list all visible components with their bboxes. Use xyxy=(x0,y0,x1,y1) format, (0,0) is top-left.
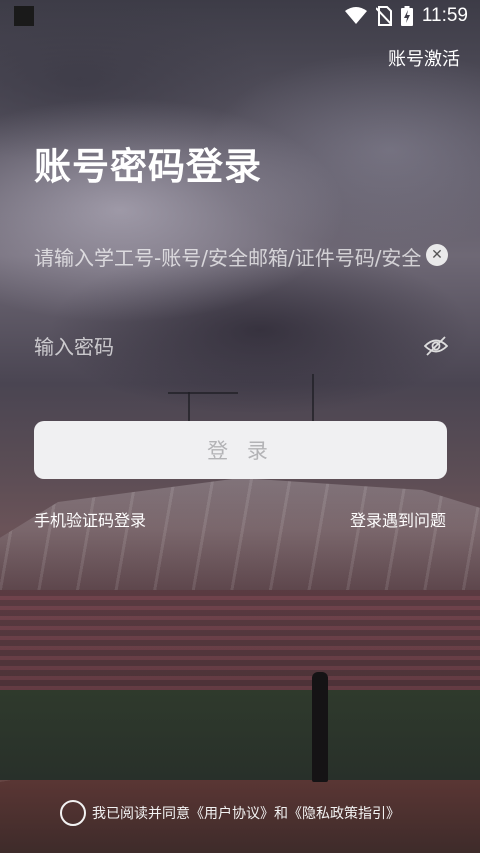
page-title: 账号密码登录 xyxy=(34,145,262,188)
login-button[interactable]: 登 录 xyxy=(34,421,447,479)
privacy-policy-link[interactable]: 《隐私政策指引》 xyxy=(288,806,400,822)
status-bar: 11:59 xyxy=(0,0,480,32)
agreement-row: 我已阅读并同意《用户协议》和《隐私政策指引》 xyxy=(60,800,400,826)
no-sim-icon xyxy=(375,6,392,26)
agreement-prefix: 我已阅读并同意 xyxy=(92,806,190,822)
agree-radio[interactable] xyxy=(60,800,86,826)
crane-silhouette xyxy=(168,392,238,422)
status-time: 11:59 xyxy=(421,5,468,26)
wifi-icon xyxy=(344,7,367,24)
status-icons: 11:59 xyxy=(344,5,468,27)
agreement-text: 我已阅读并同意《用户协议》和《隐私政策指引》 xyxy=(92,803,400,823)
agreement-and: 和 xyxy=(274,806,288,822)
eye-off-icon[interactable] xyxy=(424,335,448,357)
clear-icon[interactable]: ✕ xyxy=(426,244,448,266)
battery-charging-icon xyxy=(400,6,413,26)
stadium-roof xyxy=(0,478,480,598)
mast-silhouette xyxy=(312,374,314,424)
password-field-row xyxy=(34,327,448,367)
sms-login-link[interactable]: 手机验证码登录 xyxy=(34,507,146,531)
person-silhouette xyxy=(312,672,328,782)
account-activate-link[interactable]: 账号激活 xyxy=(388,45,460,71)
stadium-stands xyxy=(0,590,480,690)
account-input[interactable] xyxy=(34,238,448,278)
user-agreement-link[interactable]: 《用户协议》 xyxy=(190,806,274,822)
login-help-link[interactable]: 登录遇到问题 xyxy=(350,507,446,531)
notification-icon xyxy=(14,6,34,26)
account-field-row: ✕ xyxy=(34,238,448,278)
password-input[interactable] xyxy=(34,327,448,367)
stadium-field xyxy=(0,690,480,780)
